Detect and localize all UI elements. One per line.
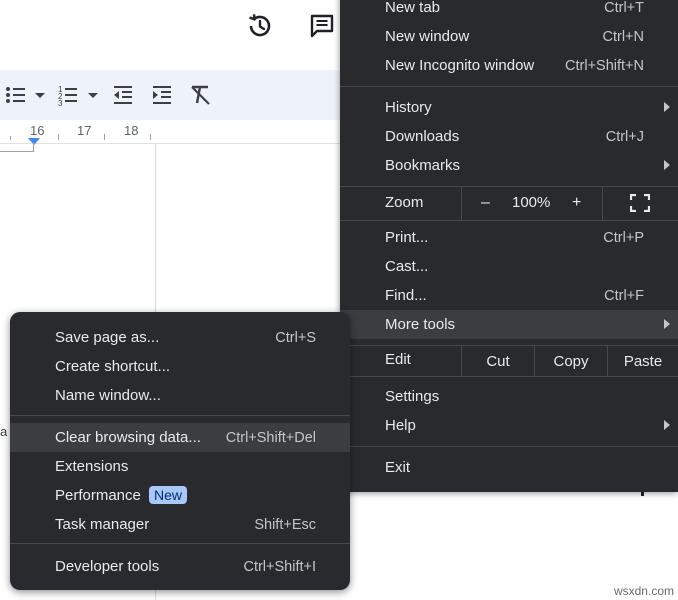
more-tools-submenu: Save page as... Ctrl+S Create shortcut..… (10, 312, 350, 590)
menu-item-shortcut: Ctrl+S (275, 329, 316, 346)
menu-item-bookmarks[interactable]: Bookmarks (340, 151, 678, 180)
menu-separator (340, 376, 678, 377)
menu-item-label: Downloads (385, 128, 460, 145)
menu-item-shortcut: Ctrl+F (604, 287, 644, 304)
menu-item-label: New Incognito window (385, 57, 535, 74)
menu-separator (10, 543, 350, 544)
submenu-item-create-shortcut[interactable]: Create shortcut... (10, 352, 350, 381)
submenu-arrow-icon (664, 420, 670, 430)
ruler-tick (104, 134, 105, 140)
menu-item-label: Extensions (55, 458, 129, 475)
submenu-arrow-icon (664, 102, 670, 112)
submenu-item-extensions[interactable]: Extensions (10, 452, 350, 481)
menu-item-history[interactable]: History (340, 93, 678, 122)
submenu-item-developer-tools[interactable]: Developer tools Ctrl+Shift+I (10, 552, 350, 581)
submenu-arrow-icon (664, 160, 670, 170)
menu-item-shortcut: Ctrl+Shift+I (243, 558, 316, 575)
ruler-tick (150, 134, 151, 140)
menu-item-new-window[interactable]: New window Ctrl+N (340, 22, 678, 51)
menu-item-label: Exit (385, 459, 411, 476)
menu-item-cast[interactable]: Cast... (340, 252, 678, 281)
menu-item-shortcut: Ctrl+P (603, 229, 644, 246)
submenu-item-task-manager[interactable]: Task manager Shift+Esc (10, 510, 350, 539)
ruler-tick (10, 136, 11, 140)
menu-item-settings[interactable]: Settings (340, 382, 678, 411)
submenu-item-clear-browsing-data[interactable]: Clear browsing data... Ctrl+Shift+Del (10, 423, 350, 452)
submenu-item-name-window[interactable]: Name window... (10, 381, 350, 410)
menu-item-shortcut: Shift+Esc (254, 516, 316, 533)
zoom-level: 100% (512, 194, 551, 211)
chrome-main-menu: New tab Ctrl+T New window Ctrl+N New Inc… (340, 0, 678, 492)
zoom-label: Zoom (385, 194, 424, 211)
watermark: wsxdn.com (613, 584, 674, 598)
comments-icon[interactable] (306, 10, 338, 42)
menu-item-label: Clear browsing data... (55, 429, 201, 446)
increase-indent-icon[interactable] (151, 82, 173, 108)
menu-item-label: Task manager (55, 516, 150, 533)
numbered-list-icon[interactable]: 1 2 3 (58, 82, 102, 108)
menu-item-label: Create shortcut... (55, 358, 171, 375)
ruler-number: 18 (124, 123, 139, 138)
menu-item-new-incognito-window[interactable]: New Incognito window Ctrl+Shift+N (340, 51, 678, 80)
menu-item-label: New window (385, 28, 470, 45)
menu-separator (340, 86, 678, 87)
zoom-divider (461, 187, 462, 220)
menu-item-shortcut: Ctrl+T (604, 0, 644, 16)
menu-item-downloads[interactable]: Downloads Ctrl+J (340, 122, 678, 151)
menu-item-label: Find... (385, 287, 427, 304)
ruler-tick (58, 134, 59, 140)
clear-formatting-icon[interactable] (189, 82, 213, 108)
menu-item-new-tab[interactable]: New tab Ctrl+T (340, 0, 678, 22)
menu-item-shortcut: Ctrl+Shift+N (565, 57, 644, 74)
menu-separator (10, 415, 350, 416)
document-text-fragment: a (0, 424, 8, 439)
menu-item-more-tools[interactable]: More tools (340, 310, 678, 339)
fullscreen-icon[interactable] (629, 193, 651, 213)
submenu-item-save-page-as[interactable]: Save page as... Ctrl+S (10, 323, 350, 352)
submenu-item-performance[interactable]: Performance New (10, 481, 350, 510)
svg-text:3: 3 (58, 99, 63, 107)
ruler-number: 17 (77, 123, 92, 138)
zoom-control: Zoom – 100% + (340, 187, 678, 220)
menu-item-label: Settings (385, 388, 440, 405)
zoom-out-button[interactable]: – (481, 194, 490, 212)
version-history-icon[interactable] (244, 10, 276, 42)
menu-item-shortcut: Ctrl+Shift+Del (225, 429, 316, 446)
new-badge: New (149, 486, 188, 504)
paste-button[interactable]: Paste (608, 346, 678, 376)
menu-item-label: Developer tools (55, 558, 160, 575)
zoom-divider (602, 187, 603, 220)
menu-item-help[interactable]: Help (340, 411, 678, 440)
menu-item-shortcut: Ctrl+J (605, 128, 644, 145)
menu-item-label: Performance (55, 487, 141, 504)
bulleted-list-icon[interactable] (4, 82, 48, 108)
menu-item-exit[interactable]: Exit (340, 453, 678, 482)
zoom-in-button[interactable]: + (572, 194, 581, 212)
edit-label: Edit (385, 351, 411, 368)
menu-item-label: Name window... (55, 387, 161, 404)
page-corner (0, 142, 34, 152)
menu-item-label: History (385, 99, 432, 116)
decrease-indent-icon[interactable] (112, 82, 134, 108)
menu-item-print[interactable]: Print... Ctrl+P (340, 223, 678, 252)
edit-control: Edit Cut Copy Paste (340, 346, 678, 376)
menu-separator (340, 446, 678, 447)
menu-item-label: Help (385, 417, 416, 434)
menu-item-shortcut: Ctrl+N (602, 28, 645, 45)
cut-button[interactable]: Cut (462, 346, 534, 376)
menu-item-label: Bookmarks (385, 157, 461, 174)
menu-separator (340, 220, 678, 221)
menu-item-find[interactable]: Find... Ctrl+F (340, 281, 678, 310)
submenu-arrow-icon (664, 319, 670, 329)
menu-item-label: New tab (385, 0, 441, 16)
copy-button[interactable]: Copy (535, 346, 607, 376)
menu-item-label: Cast... (385, 258, 429, 275)
menu-item-label: More tools (385, 316, 456, 333)
menu-item-label: Print... (385, 229, 429, 246)
menu-item-label: Save page as... (55, 329, 160, 346)
